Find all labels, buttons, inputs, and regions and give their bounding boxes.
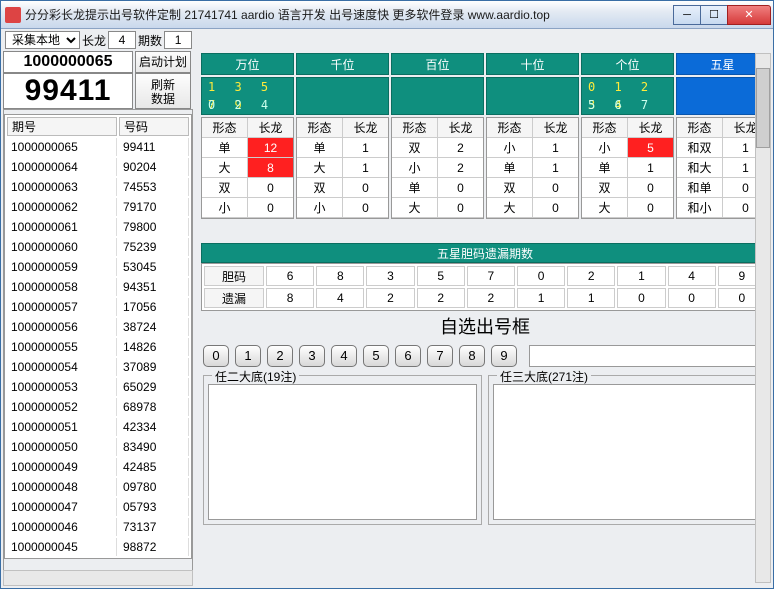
pattern-box: 形态长龙小1单1双0大0 xyxy=(486,117,579,219)
table-row[interactable]: 100000006075239 xyxy=(7,238,189,256)
table-row[interactable]: 100000005268978 xyxy=(7,398,189,416)
num-button-2[interactable]: 2 xyxy=(267,345,293,367)
table-row[interactable]: 100000004809780 xyxy=(7,478,189,496)
start-plan-button[interactable]: 启动计划 xyxy=(135,51,191,73)
digit-col xyxy=(391,77,484,115)
pattern-box: 形态长龙单12大8双0小0 xyxy=(201,117,294,219)
miss-table: 胆码6835702149遗漏8422211000 xyxy=(201,263,769,311)
table-row[interactable]: 100000005437089 xyxy=(7,358,189,376)
table-row[interactable]: 100000006490204 xyxy=(7,158,189,176)
left-pane: 1000000065 启动计划 99411 刷新数据 期号 号码 1000000… xyxy=(3,51,193,575)
num-button-3[interactable]: 3 xyxy=(299,345,325,367)
table-row[interactable]: 100000005142334 xyxy=(7,418,189,436)
number-buttons: 0123456789 xyxy=(201,341,769,371)
table-row[interactable]: 100000005638724 xyxy=(7,318,189,336)
h-scrollbar-left[interactable] xyxy=(3,570,193,586)
table-row[interactable]: 100000006374553 xyxy=(7,178,189,196)
pos-header-cell: 千位 xyxy=(296,53,389,75)
col-period[interactable]: 期号 xyxy=(7,117,117,136)
pattern-box: 形态长龙小5单1双0大0 xyxy=(581,117,674,219)
group-label: 任二大底(19注) xyxy=(212,368,299,385)
scroll-thumb[interactable] xyxy=(756,68,770,148)
digit-col xyxy=(486,77,579,115)
table-row[interactable]: 100000004705793 xyxy=(7,498,189,516)
group-textarea[interactable] xyxy=(208,384,477,520)
self-select-title: 自选出号框 xyxy=(201,313,769,341)
digit-col xyxy=(296,77,389,115)
pattern-box: 形态长龙单1大1双0小0 xyxy=(296,117,389,219)
source-select[interactable]: 采集本地 xyxy=(5,31,80,49)
current-number: 99411 xyxy=(3,73,133,109)
title-bar[interactable]: 分分彩长龙提示出号软件定制 21741741 aardio 语言开发 出号速度快… xyxy=(1,1,773,29)
table-row[interactable]: 100000006599411 xyxy=(7,138,189,156)
pattern-box: 形态长龙双2小2单0大0 xyxy=(391,117,484,219)
close-button[interactable]: ✕ xyxy=(727,5,771,25)
pos-header-cell: 个位 xyxy=(581,53,674,75)
maximize-button[interactable]: ☐ xyxy=(700,5,728,25)
miss-header: 五星胆码遗漏期数 xyxy=(201,243,769,263)
table-row[interactable]: 100000005365029 xyxy=(7,378,189,396)
num-button-8[interactable]: 8 xyxy=(459,345,485,367)
input-changlong[interactable] xyxy=(108,31,136,49)
pattern-tables: 形态长龙单12大8双0小0形态长龙单1大1双0小0形态长龙双2小2单0大0形态长… xyxy=(201,117,769,219)
group-box-0: 任二大底(19注) xyxy=(203,375,482,525)
num-button-4[interactable]: 4 xyxy=(331,345,357,367)
label-periods: 期数 xyxy=(138,32,162,49)
num-button-1[interactable]: 1 xyxy=(235,345,261,367)
table-row[interactable]: 100000004673137 xyxy=(7,518,189,536)
pos-header-cell: 万位 xyxy=(201,53,294,75)
v-scrollbar[interactable] xyxy=(755,53,771,583)
digit-col: 0 1 2 3 45 6 7 8 9 xyxy=(581,77,674,115)
group-textarea[interactable] xyxy=(493,384,762,520)
refresh-button[interactable]: 刷新数据 xyxy=(135,73,191,109)
digit-col: 1 3 5 7 90 2 4 6 8 xyxy=(201,77,294,115)
input-periods[interactable] xyxy=(164,31,192,49)
label-changlong: 长龙 xyxy=(82,32,106,49)
group-label: 任三大底(271注) xyxy=(497,368,591,385)
table-row[interactable]: 100000006179800 xyxy=(7,218,189,236)
pos-header-cell: 十位 xyxy=(486,53,579,75)
history-table[interactable]: 期号 号码 100000006599411 100000006490204 1000… xyxy=(3,109,193,575)
table-row[interactable]: 100000005953045 xyxy=(7,258,189,276)
digit-rows: 1 3 5 7 90 2 4 6 8 0 1 2 3 45 6 7 8 9 xyxy=(201,77,769,115)
col-number[interactable]: 号码 xyxy=(119,117,189,136)
num-button-5[interactable]: 5 xyxy=(363,345,389,367)
group-box-1: 任三大底(271注) xyxy=(488,375,767,525)
num-button-9[interactable]: 9 xyxy=(491,345,517,367)
table-row[interactable]: 100000004942485 xyxy=(7,458,189,476)
table-row[interactable]: 100000005894351 xyxy=(7,278,189,296)
position-header: 万位千位百位十位个位五星 xyxy=(201,53,769,75)
main-window: 分分彩长龙提示出号软件定制 21741741 aardio 语言开发 出号速度快… xyxy=(0,0,774,589)
current-period: 1000000065 xyxy=(3,51,133,73)
num-button-0[interactable]: 0 xyxy=(203,345,229,367)
num-result[interactable] xyxy=(529,345,767,367)
table-row[interactable]: 100000005514826 xyxy=(7,338,189,356)
app-icon xyxy=(5,7,21,23)
pos-header-cell: 百位 xyxy=(391,53,484,75)
table-row[interactable]: 100000005083490 xyxy=(7,438,189,456)
minimize-button[interactable]: ─ xyxy=(673,5,701,25)
toolbar: 采集本地 长龙 期数 xyxy=(1,29,773,51)
right-pane: 万位千位百位十位个位五星 1 3 5 7 90 2 4 6 8 0 1 2 3 … xyxy=(201,53,769,525)
window-title: 分分彩长龙提示出号软件定制 21741741 aardio 语言开发 出号速度快… xyxy=(25,6,674,23)
table-row[interactable]: 100000005717056 xyxy=(7,298,189,316)
num-button-7[interactable]: 7 xyxy=(427,345,453,367)
table-row[interactable]: 100000004598872 xyxy=(7,538,189,556)
group-boxes: 任二大底(19注)任三大底(271注) xyxy=(201,375,769,525)
num-button-6[interactable]: 6 xyxy=(395,345,421,367)
table-row[interactable]: 100000006279170 xyxy=(7,198,189,216)
